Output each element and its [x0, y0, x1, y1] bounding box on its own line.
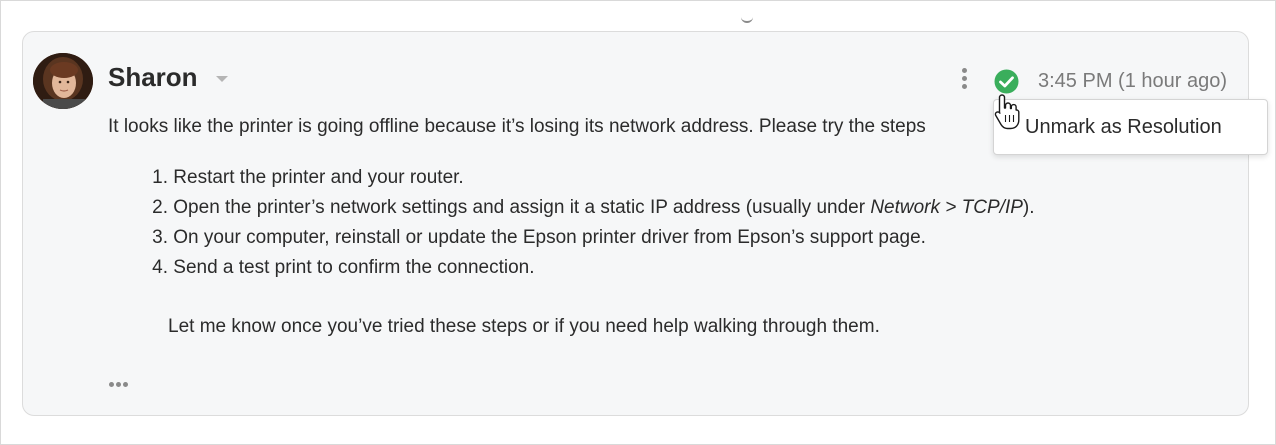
- hand-pointer-icon: [993, 93, 1021, 131]
- author-name[interactable]: Sharon: [108, 62, 198, 93]
- vertical-dots-icon: [961, 68, 967, 73]
- post-intro: It looks like the printer is going offli…: [108, 116, 926, 137]
- topic-view: Sharon 3:45 PM (1 hour ago) It looks lik…: [0, 0, 1276, 445]
- horizontal-ellipsis-icon: [109, 382, 114, 387]
- vertical-dots-icon: [961, 76, 967, 81]
- list-item: 1. Restart the printer and your router.: [152, 167, 464, 188]
- resolution-dropdown: Unmark as Resolution: [993, 99, 1268, 155]
- avatar[interactable]: [33, 53, 93, 109]
- emphasis: Network > TCP/IP: [870, 197, 1023, 218]
- vertical-dots-icon: [961, 84, 967, 89]
- chevron-down-icon[interactable]: [216, 76, 228, 82]
- more-options-button[interactable]: [957, 68, 971, 92]
- list-item: 2. Open the printer’s network settings a…: [152, 197, 1035, 218]
- list-item: 3. On your computer, reinstall or update…: [152, 227, 926, 248]
- partial-indicator-icon: [741, 13, 753, 23]
- list-item: 4. Send a test print to confirm the conn…: [152, 257, 535, 278]
- steps-list: 1. Restart the printer and your router. …: [140, 163, 1035, 283]
- post-card: Sharon 3:45 PM (1 hour ago) It looks lik…: [22, 31, 1249, 416]
- post-timestamp[interactable]: 3:45 PM (1 hour ago): [1038, 70, 1227, 93]
- horizontal-ellipsis-icon: [116, 382, 121, 387]
- post-closing: Let me know once you’ve tried these step…: [168, 316, 880, 337]
- expand-post-button[interactable]: [109, 374, 131, 387]
- check-circle-icon[interactable]: [994, 69, 1019, 94]
- unmark-resolution-menu-item[interactable]: Unmark as Resolution: [1025, 116, 1222, 139]
- horizontal-ellipsis-icon: [123, 382, 128, 387]
